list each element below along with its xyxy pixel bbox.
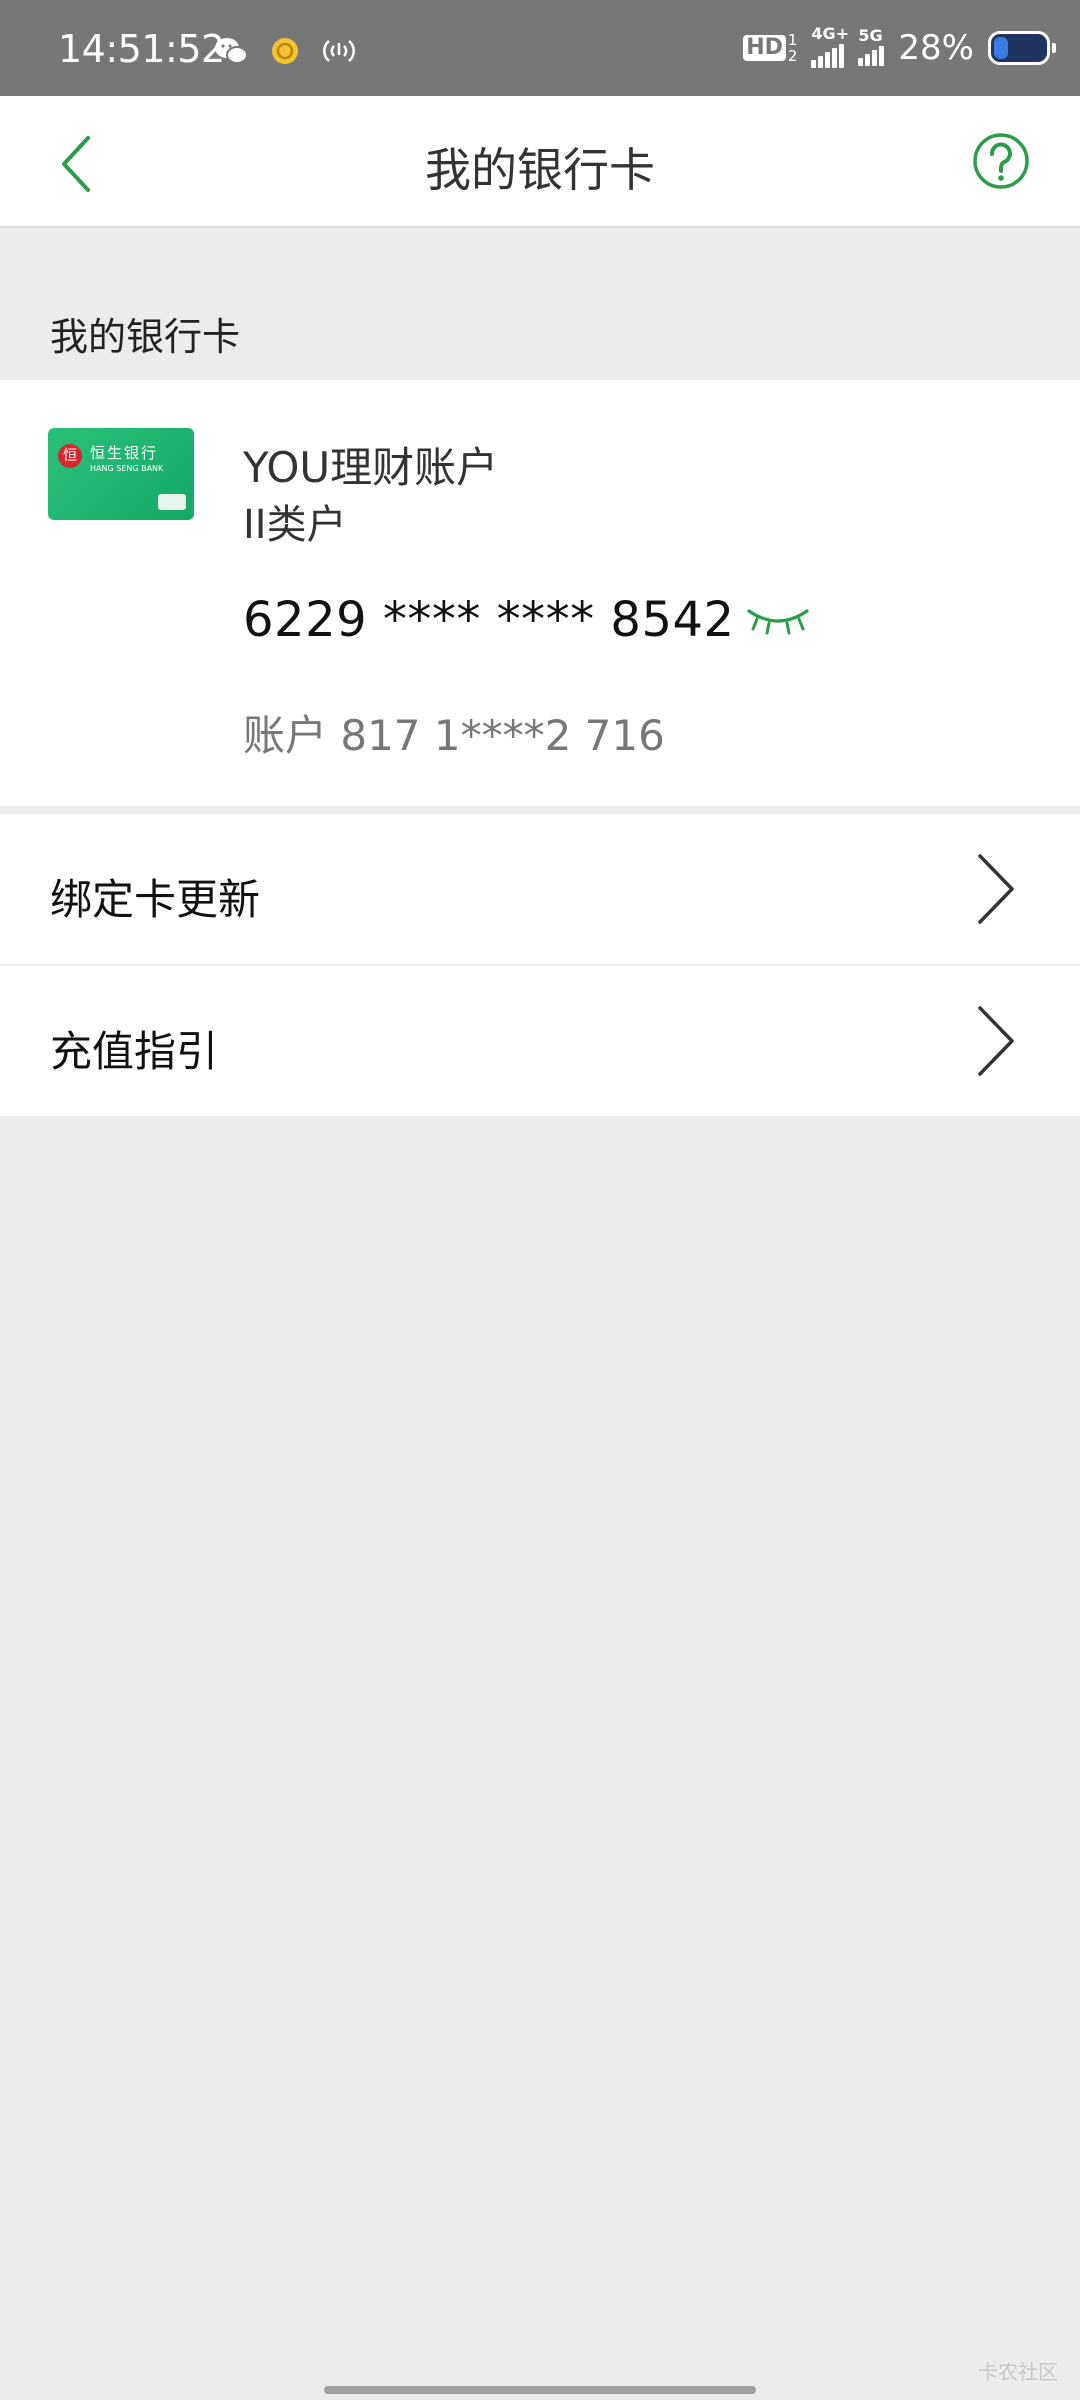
account-type: II类户 (243, 502, 347, 548)
nav-header: 我的银行卡 (0, 96, 1080, 228)
chevron-right-icon (978, 1006, 1014, 1076)
eye-closed-icon[interactable] (745, 605, 811, 635)
home-indicator[interactable] (324, 2386, 756, 2394)
network-type-1: 4G+ (811, 24, 850, 43)
signal-icon-sim1: 4G+ (811, 24, 849, 68)
menu-item-topup-guide[interactable]: 充值指引 (0, 966, 1080, 1116)
battery-icon (988, 31, 1056, 65)
help-icon[interactable] (972, 132, 1030, 190)
menu-item-card-update[interactable]: 绑定卡更新 (0, 814, 1080, 964)
network-type-2: 5G (858, 26, 883, 45)
battery-percent: 28% (898, 28, 974, 68)
watermark: 卡农社区 (978, 2360, 1058, 2384)
bank-card-thumbnail: 恒 恒生银行 HANG SENG BANK (48, 428, 194, 520)
chevron-right-icon (978, 854, 1014, 924)
menu-item-label: 绑定卡更新 (50, 875, 261, 924)
hotspot-icon (323, 40, 355, 62)
hd-label: HD (743, 35, 786, 61)
page-title: 我的银行卡 (425, 143, 655, 197)
bank-logo-icon: 恒 (58, 444, 82, 468)
card-bank-name-cn: 恒生银行 (90, 444, 159, 462)
wechat-icon (215, 38, 248, 64)
bank-card-panel[interactable]: 恒 恒生银行 HANG SENG BANK YOU理财账户 II类户 6229 … (0, 380, 1080, 806)
card-bank-name-en: HANG SENG BANK (90, 464, 164, 473)
unionpay-icon (158, 494, 186, 510)
status-time: 14:51:52 (58, 27, 225, 71)
status-notification-icons (214, 36, 356, 66)
account-name: YOU理财账户 (243, 443, 499, 492)
menu-item-label: 充值指引 (50, 1027, 219, 1076)
coin-icon (272, 38, 298, 64)
hd-sim-2: 2 (787, 47, 798, 65)
hd-voice-badge: HD 1 2 (743, 32, 797, 64)
status-bar: 14:51:52 HD 1 2 4G+ 5G 28% (0, 0, 1080, 96)
account-number: 账户 817 1****2 716 (243, 711, 665, 760)
section-label: 我的银行卡 (50, 315, 241, 359)
card-number-row: 6229 **** **** 8542 (243, 592, 811, 648)
signal-icon-sim2: 5G (858, 26, 885, 66)
battery-level-fill (994, 37, 1008, 59)
hd-sim-1: 1 (787, 31, 798, 49)
status-system-icons: HD 1 2 4G+ 5G 28% (743, 24, 1056, 68)
card-number: 6229 **** **** 8542 (243, 592, 735, 648)
